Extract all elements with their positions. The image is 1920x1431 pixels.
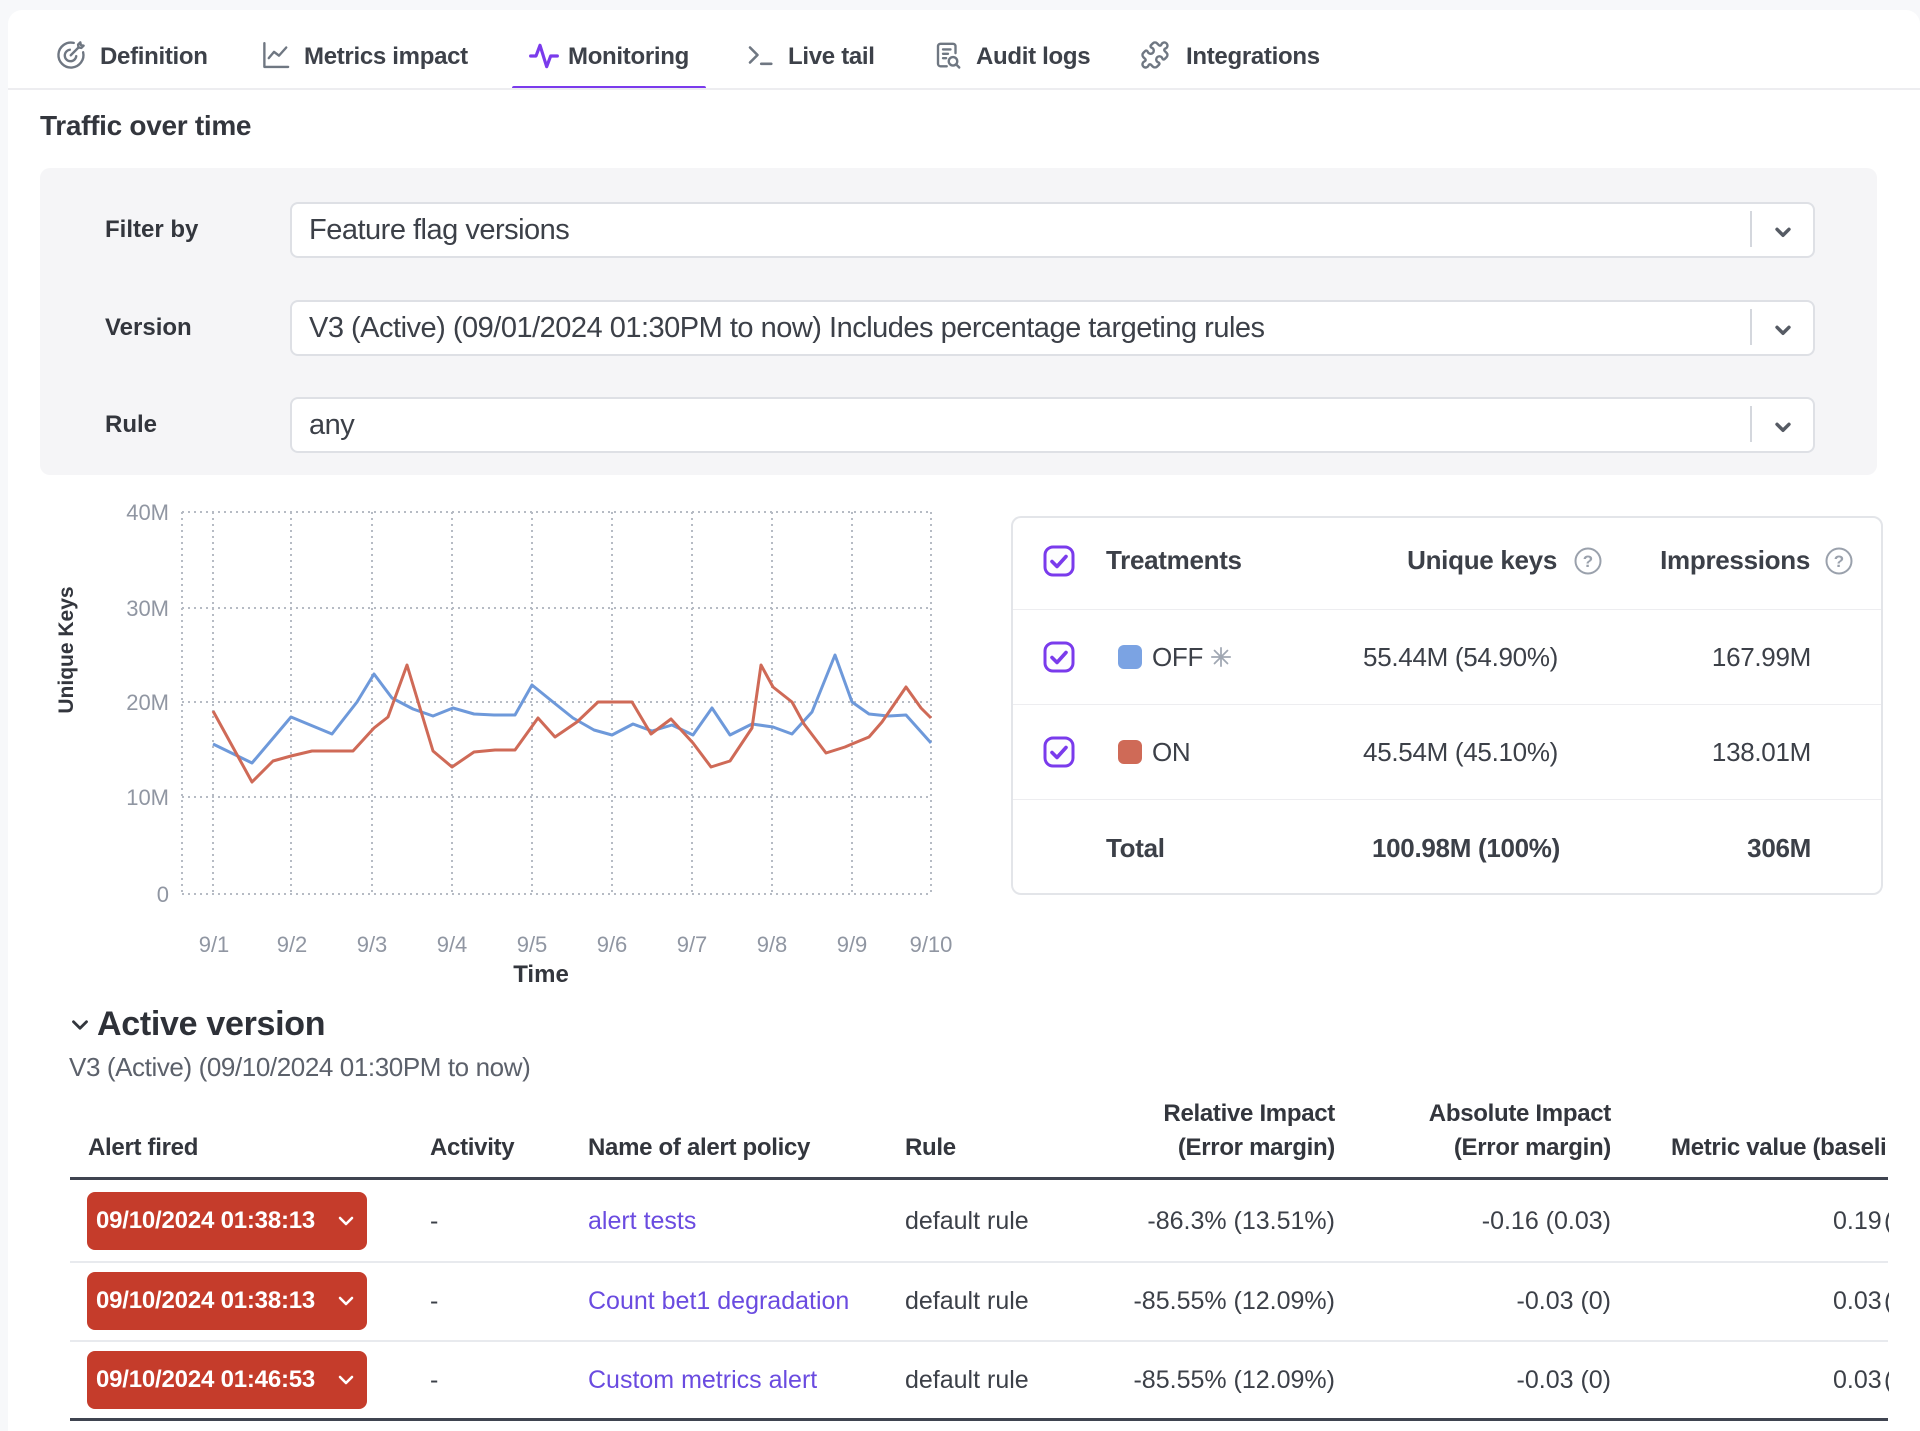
svg-text:9/6: 9/6 [597,932,628,957]
svg-text:9/1: 9/1 [199,932,230,957]
svg-text:9/3: 9/3 [357,932,388,957]
svg-text:Time: Time [513,961,569,988]
svg-text:?: ? [1834,552,1844,571]
svg-text:20M: 20M [126,690,169,715]
svg-text:9/9: 9/9 [837,932,868,957]
svg-text:9/4: 9/4 [437,932,468,957]
svg-text:30M: 30M [126,596,169,621]
svg-text:9/7: 9/7 [677,932,708,957]
svg-text:9/5: 9/5 [517,932,548,957]
svg-text:9/10: 9/10 [910,932,953,957]
svg-text:0: 0 [157,882,169,907]
svg-text:9/2: 9/2 [277,932,308,957]
svg-text:10M: 10M [126,785,169,810]
svg-text:?: ? [1583,552,1593,571]
svg-text:40M: 40M [126,500,169,525]
svg-text:9/8: 9/8 [757,932,788,957]
svg-text:Unique Keys: Unique Keys [55,586,78,713]
